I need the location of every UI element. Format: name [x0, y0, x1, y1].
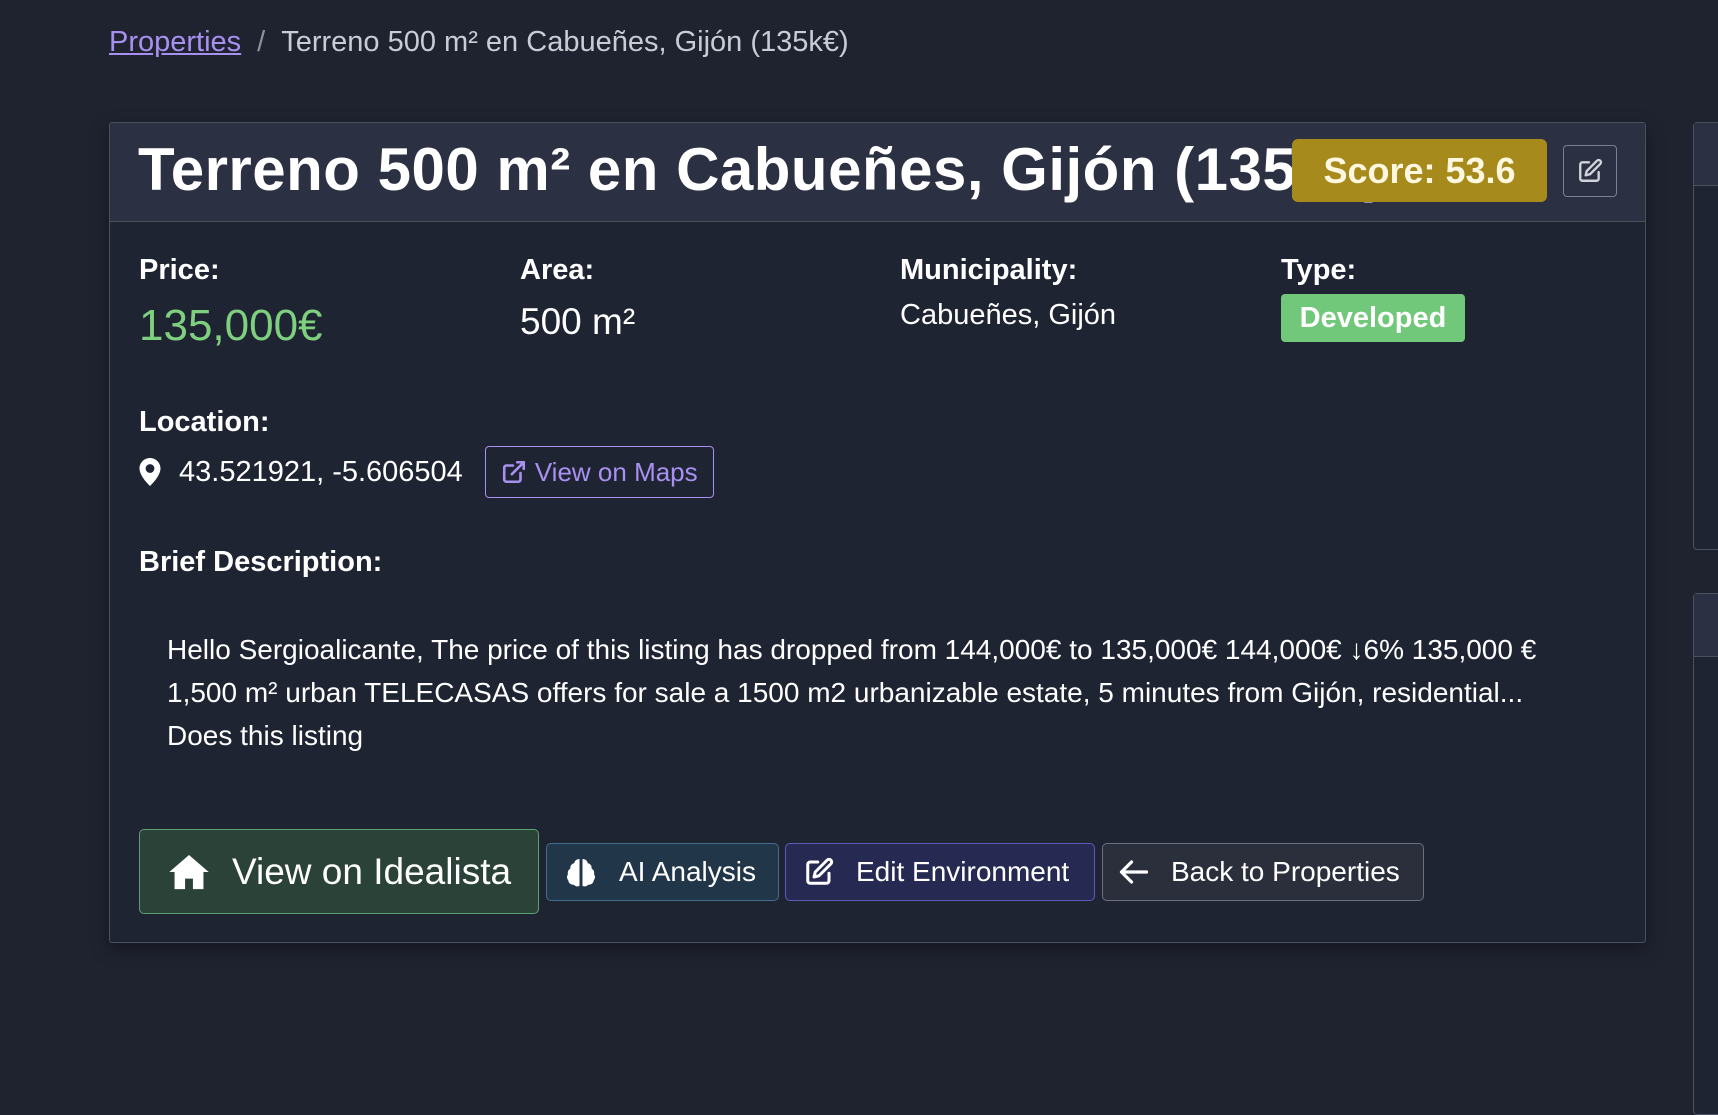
back-to-properties-button[interactable]: Back to Properties	[1102, 843, 1424, 901]
breadcrumb-separator: /	[257, 26, 266, 58]
municipality-value: Cabueñes, Gijón	[900, 299, 1117, 331]
municipality-label: Municipality:	[900, 254, 1078, 286]
breadcrumb-link-properties[interactable]: Properties	[109, 26, 241, 58]
type-badge: Developed	[1281, 294, 1465, 342]
type-label: Type:	[1281, 254, 1357, 286]
area-value: 500 m²	[520, 301, 636, 342]
side-panel-top	[1693, 122, 1718, 550]
breadcrumb: Properties / Terreno 500 m² en Cabueñes, G…	[109, 26, 849, 59]
home-icon	[169, 854, 209, 889]
brain-icon	[567, 859, 595, 887]
breadcrumb-current: Terreno 500 m² en Cabueñes, Gijón (135k€…	[281, 26, 849, 58]
location-coordinates: 43.521921, -5.606504	[179, 455, 463, 488]
arrow-left-icon	[1119, 860, 1149, 884]
view-on-idealista-label: View on Idealista	[232, 850, 512, 892]
view-on-maps-label: View on Maps	[534, 456, 698, 487]
location-label: Location:	[139, 406, 270, 438]
edit-environment-button[interactable]: Edit Environment	[785, 843, 1095, 901]
ai-analysis-button[interactable]: AI Analysis	[546, 843, 779, 901]
view-on-idealista-button[interactable]: View on Idealista	[139, 829, 539, 914]
map-pin-icon	[139, 458, 161, 486]
price-label: Price:	[139, 254, 220, 286]
score-badge: Score: 53.6	[1292, 139, 1547, 202]
card-header: Terreno 500 m² en Cabueñes, Gijón (135k€…	[110, 123, 1645, 222]
view-on-maps-button[interactable]: View on Maps	[484, 446, 714, 498]
property-card: Terreno 500 m² en Cabueñes, Gijón (135k€…	[109, 122, 1646, 943]
page-title: Terreno 500 m² en Cabueñes, Gijón (135k€…	[138, 136, 1385, 203]
back-to-properties-label: Back to Properties	[1171, 856, 1400, 887]
external-link-icon	[502, 460, 525, 484]
edit-icon	[806, 857, 834, 885]
pencil-square-icon	[1579, 158, 1603, 182]
location-row: 43.521921, -5.606504 View on Maps	[139, 446, 714, 498]
description-text: Hello Sergioalicante, The price of this …	[167, 634, 1537, 751]
edit-environment-label: Edit Environment	[856, 856, 1070, 887]
description-label: Brief Description:	[139, 546, 383, 578]
area-label: Area:	[520, 254, 595, 286]
side-panel-bottom-header	[1694, 594, 1718, 657]
ai-analysis-label: AI Analysis	[619, 856, 756, 887]
side-panel-bottom	[1693, 593, 1718, 1115]
side-panel-top-header	[1694, 123, 1718, 186]
edit-button[interactable]	[1563, 145, 1617, 197]
price-value: 135,000€	[139, 301, 323, 350]
